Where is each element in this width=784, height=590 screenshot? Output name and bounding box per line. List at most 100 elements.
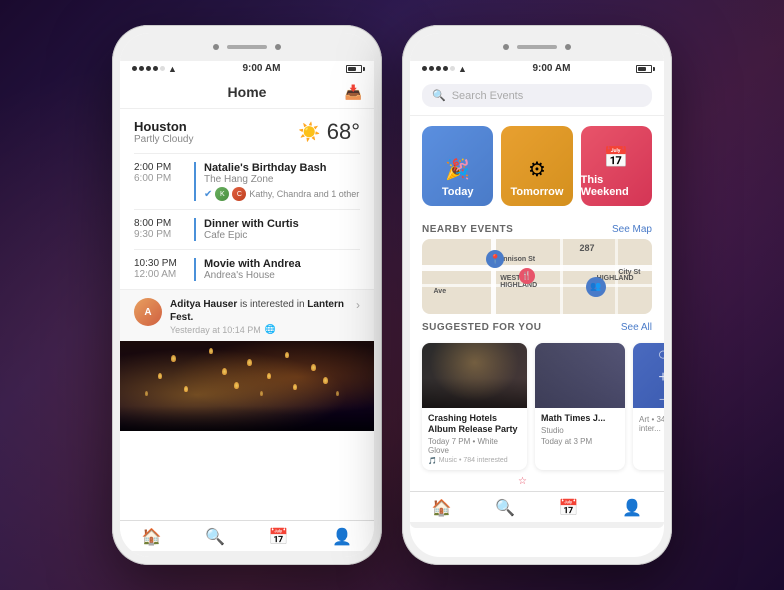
- map-pin-2[interactable]: 🍴: [519, 268, 535, 284]
- map-ave-label: Ave: [434, 288, 447, 295]
- tab-search-left[interactable]: 🔍: [184, 527, 248, 547]
- suggest-card-2[interactable]: Math Times J... Studio Today at 3 PM: [535, 343, 625, 470]
- blue-card-image: ○ + −: [633, 343, 664, 408]
- event-1-start: 2:00 PM: [134, 162, 184, 173]
- nearby-title: NEARBY EVENTS: [422, 224, 513, 235]
- home-content: Houston Partly Cloudy ☀️ 68° 2:00 PM 6:0…: [120, 109, 374, 520]
- cat-card-today[interactable]: 🎉 Today: [422, 126, 493, 206]
- speaker-bar-r: [517, 45, 557, 49]
- event-3-body: Movie with Andrea Andrea's House: [194, 258, 360, 281]
- tab-search-right[interactable]: 🔍: [474, 498, 538, 518]
- sun-icon: ☀️: [298, 122, 320, 143]
- speaker-bar: [227, 45, 267, 49]
- wifi-icon: ▲: [168, 64, 177, 74]
- cat-label-today: Today: [442, 186, 474, 198]
- card-1-cat: 🎵Music • 784 interested: [428, 457, 508, 465]
- event-3-end: 12:00 AM: [134, 269, 184, 280]
- cat-card-tomorrow[interactable]: ⚙ Tomorrow: [501, 126, 572, 206]
- event-1-title: Natalie's Birthday Bash: [204, 162, 360, 174]
- card-1-meta: Today 7 PM • White Glove: [428, 437, 521, 455]
- calendar-icon: 📅: [269, 527, 289, 547]
- suggest-card-3[interactable]: ○ + − Art • 346 inter...: [633, 343, 664, 470]
- profile-icon: 👤: [332, 527, 352, 547]
- calendar-icon-right: 📅: [559, 498, 579, 518]
- tab-profile-left[interactable]: 👤: [311, 527, 375, 547]
- suggested-title: SUGGESTED FOR YOU: [422, 322, 541, 333]
- event-item-1[interactable]: 2:00 PM 6:00 PM Natalie's Birthday Bash …: [120, 154, 374, 209]
- battery-icon: [346, 65, 362, 73]
- social-text: Aditya Hauser is interested in Lantern F…: [170, 298, 348, 324]
- event-2-start: 8:00 PM: [134, 218, 184, 229]
- search-icon-right-tab: 🔍: [495, 498, 515, 518]
- event-3-start: 10:30 PM: [134, 258, 184, 269]
- home-icon: 🏠: [142, 527, 162, 547]
- social-section: A Aditya Hauser is interested in Lantern…: [120, 289, 374, 341]
- social-meta: Yesterday at 10:14 PM 🌐: [170, 324, 348, 335]
- profile-icon-right: 👤: [622, 498, 642, 518]
- event-2-location: Cafe Epic: [204, 230, 360, 241]
- map-pin-3[interactable]: 👥: [586, 277, 606, 297]
- search-inner[interactable]: 🔍 Search Events: [422, 84, 652, 107]
- card-3-cat: Art • 346 inter...: [639, 415, 664, 433]
- map-area[interactable]: Tennison St Ave City St WESTHIGHLAND HIG…: [422, 239, 652, 314]
- event-3-title: Movie with Andrea: [204, 258, 360, 270]
- event-3-location: Andrea's House: [204, 270, 360, 281]
- status-time-left: 9:00 AM: [242, 63, 280, 74]
- see-all-link[interactable]: See All: [621, 322, 652, 333]
- nearby-header: NEARBY EVENTS See Map: [410, 216, 664, 239]
- event-image[interactable]: [120, 341, 374, 431]
- search-placeholder: Search Events: [452, 90, 524, 102]
- wifi-icon-right: ▲: [458, 64, 467, 74]
- suggested-header: SUGGESTED FOR YOU See All: [410, 314, 664, 337]
- bottom-tabs-right: 🏠 🔍 📅 👤: [410, 491, 664, 522]
- camera-dot-r2: [565, 44, 571, 50]
- phone-top-bar-right: [410, 33, 664, 61]
- see-map-link[interactable]: See Map: [612, 224, 652, 235]
- social-time: Yesterday at 10:14 PM: [170, 325, 261, 335]
- bottom-tabs-left: 🏠 🔍 📅 👤: [120, 520, 374, 551]
- nav-bar-left: Home 📥: [120, 76, 374, 109]
- event-1-end: 6:00 PM: [134, 173, 184, 184]
- tab-home-left[interactable]: 🏠: [120, 527, 184, 547]
- tab-profile-right[interactable]: 👤: [601, 498, 665, 518]
- category-cards: 🎉 Today ⚙ Tomorrow 📅 This Weekend: [410, 116, 664, 216]
- city-name: Houston: [134, 119, 193, 134]
- social-avatar: A: [134, 298, 162, 326]
- weekend-icon: 📅: [604, 145, 629, 170]
- card-bottom-row: ☆: [410, 476, 664, 491]
- left-phone: ▲ 9:00 AM Home 📥 Houston Partly Cloudy: [112, 25, 382, 565]
- star-icon-1[interactable]: ☆: [518, 476, 527, 487]
- event-2-title: Dinner with Curtis: [204, 218, 360, 230]
- event-2-body: Dinner with Curtis Cafe Epic: [194, 218, 360, 241]
- tab-calendar-left[interactable]: 📅: [247, 527, 311, 547]
- event-item-2[interactable]: 8:00 PM 9:30 PM Dinner with Curtis Cafe …: [120, 210, 374, 249]
- chevron-down-icon[interactable]: ›: [356, 298, 360, 312]
- suggest-card-1[interactable]: Crashing Hotels Album Release Party Toda…: [422, 343, 527, 470]
- right-phone: ▲ 9:00 AM 🔍 Search Events 🎉 Today ⚙: [402, 25, 672, 565]
- cat-card-weekend[interactable]: 📅 This Weekend: [581, 126, 652, 206]
- search-bar: 🔍 Search Events: [410, 76, 664, 116]
- nav-title-left: Home: [228, 84, 267, 100]
- camera-dot-r: [503, 44, 509, 50]
- tomorrow-icon: ⚙: [528, 157, 546, 182]
- search-icon: 🔍: [205, 527, 225, 547]
- temperature: 68°: [327, 119, 360, 145]
- globe-icon: 🌐: [265, 324, 276, 335]
- status-bar-right: ▲ 9:00 AM: [410, 61, 664, 76]
- weather-condition: Partly Cloudy: [134, 134, 193, 145]
- status-bar-left: ▲ 9:00 AM: [120, 61, 374, 76]
- event-2-end: 9:30 PM: [134, 229, 184, 240]
- tab-home-right[interactable]: 🏠: [410, 498, 474, 518]
- phone-bottom-bar-left: [120, 551, 374, 557]
- weather-section: Houston Partly Cloudy ☀️ 68°: [120, 109, 374, 153]
- band-image: [422, 343, 527, 408]
- phone-bottom-bar-right: [410, 522, 664, 528]
- inbox-icon[interactable]: 📥: [345, 84, 362, 101]
- event-1-body: Natalie's Birthday Bash The Hang Zone ✔ …: [194, 162, 360, 201]
- event-item-3[interactable]: 10:30 PM 12:00 AM Movie with Andrea Andr…: [120, 250, 374, 289]
- camera-dot-2: [275, 44, 281, 50]
- tab-calendar-right[interactable]: 📅: [537, 498, 601, 518]
- map-287-label: 287: [579, 243, 594, 253]
- card-2-title: Math Times J...: [541, 413, 619, 424]
- search-icon-right: 🔍: [432, 89, 446, 102]
